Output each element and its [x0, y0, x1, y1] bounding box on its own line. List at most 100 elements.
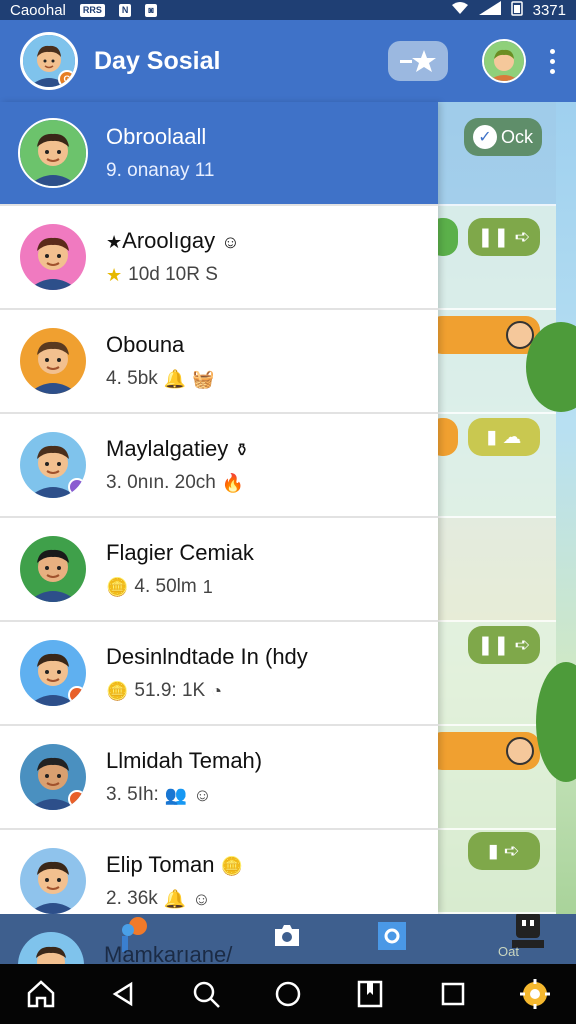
chat-meta: ★ 10d 10R S — [106, 264, 240, 286]
chat-name: ★Aroolıgay ☺ — [106, 228, 240, 254]
tab-chat[interactable] — [376, 920, 408, 957]
people-icon: 👥 — [164, 784, 188, 805]
clock-time: 3371 — [532, 1, 566, 19]
jar-icon: ⚱ — [234, 440, 250, 460]
home-icon[interactable] — [21, 974, 61, 1014]
smile-icon: ☺ — [193, 784, 212, 805]
peek-chat-name: Mamkarıane/ — [104, 942, 233, 964]
camera-icon — [275, 925, 299, 946]
avatar-badge — [68, 790, 86, 808]
chat-row[interactable]: ★Aroolıgay ☺ ★ 10d 10R S — [0, 206, 438, 310]
chat-name: Obroolaall — [106, 124, 214, 150]
more-dot — [549, 48, 555, 54]
profile-avatar[interactable]: G — [20, 32, 78, 90]
action-pill[interactable]: ▮ ☁ — [468, 418, 540, 456]
chat-meta: 3. 5Ih: 👥 ☺ — [106, 784, 262, 806]
search-icon[interactable] — [186, 974, 226, 1014]
flame-icon: 🔥 — [221, 472, 245, 493]
chat-meta: 🪙 51.9: 1K ◔ — [106, 680, 308, 702]
check-bubble-icon: ✓ — [472, 125, 497, 149]
chat-meta-text: 2. 36k — [106, 888, 158, 909]
chat-name-text: Aroolıgay — [122, 228, 216, 253]
chat-avatar — [18, 222, 88, 292]
smile-icon: ☺ — [192, 888, 211, 909]
wifi-icon — [451, 1, 469, 19]
action-pill-2[interactable]: ▮ ➪ — [468, 832, 540, 870]
chat-meta: 9. onanay 11 — [106, 160, 214, 182]
bookmark-icon[interactable] — [350, 974, 390, 1014]
chat-row[interactable]: Maylalgatiey ⚱ 3. 0nın. 20ch 🔥 — [0, 414, 438, 518]
chat-row[interactable]: Desinlndtade In (hdy 🪙 51.9: 1K ◔ — [0, 622, 438, 726]
orange-pill-2[interactable] — [438, 732, 540, 770]
rss-icon: RRS — [79, 3, 105, 17]
system-nav-bar — [0, 964, 576, 1024]
settings-gear-icon[interactable] — [515, 974, 555, 1014]
chat-avatar — [18, 430, 88, 500]
chat-name-text: Obouna — [106, 332, 185, 357]
chat-avatar — [18, 846, 88, 916]
clock-icon: ◔ — [211, 680, 223, 701]
chat-meta-text: 10d 10R S — [128, 264, 218, 285]
1-icon: 1 — [202, 576, 213, 597]
more-menu-button[interactable] — [542, 41, 562, 81]
carrier-label: Caoohal — [10, 1, 66, 19]
chat-meta: 4. 5bk 🔔 🧺 — [106, 368, 215, 390]
chat-name: Maylalgatiey ⚱ — [106, 436, 250, 462]
recents-icon[interactable] — [433, 974, 473, 1014]
green-tab — [438, 218, 458, 256]
ok-label: Ock — [500, 126, 533, 147]
character-face-icon — [506, 737, 534, 765]
coin-icon: 🪙 — [220, 856, 243, 876]
oat-label: Oat — [498, 944, 519, 959]
chat-name: Flagier Cemiak — [106, 540, 254, 566]
chat-name: Desinlndtade In (hdy — [106, 644, 308, 670]
more-dot — [549, 68, 555, 74]
signal-icon — [478, 1, 501, 19]
tab-camera[interactable] — [272, 920, 302, 955]
game-background: ✓ Ock ❚❚ ➪ ▮ ☁ ❚❚ ➪ ▮ ➪ — [438, 102, 576, 914]
avatar-badge — [68, 686, 86, 704]
chat-name-text: Desinlndtade In (hdy — [106, 644, 308, 669]
n-icon: N — [118, 3, 132, 17]
pin-star-button[interactable] — [388, 41, 448, 81]
chat-name: Obouna — [106, 332, 215, 358]
status-bar: Caoohal RRS N ◙ 3371 — [0, 0, 576, 20]
more-dot — [549, 58, 555, 64]
star-icon: ★ — [106, 232, 123, 252]
avatar-badge — [68, 478, 86, 496]
chat-meta: 2. 36k 🔔 ☺ — [106, 888, 243, 910]
chat-meta: 🪙 4. 50lm 1 — [106, 576, 254, 598]
circle-home-icon[interactable] — [268, 974, 308, 1014]
chat-avatar — [18, 638, 88, 708]
chat-name-text: Elip Toman — [106, 852, 215, 877]
orange-tab — [438, 418, 458, 456]
tab-profile[interactable]: Oat — [498, 914, 548, 964]
basket-icon: 🧺 — [192, 368, 215, 389]
chat-row[interactable]: Llmidah Temah) 3. 5Ih: 👥 ☺ — [0, 726, 438, 830]
orange-pill[interactable] — [438, 316, 540, 354]
ok-pill[interactable]: ✓ Ock — [464, 118, 542, 156]
pause-forward-pill[interactable]: ❚❚ ➪ — [468, 218, 540, 256]
coin-icon: 🪙 — [106, 680, 129, 701]
chat-name-text: Obroolaall — [106, 124, 207, 149]
app-title: Day Sosial — [94, 46, 221, 75]
chat-avatar — [18, 534, 88, 604]
game-panel — [438, 518, 556, 622]
chat-row[interactable]: Obroolaall 9. onanay 11 — [0, 102, 438, 206]
pause-forward-pill-2[interactable]: ❚❚ ➪ — [468, 626, 540, 664]
coin-icon: 🪙 — [106, 576, 129, 597]
chat-meta-text: 4. 50lm — [134, 576, 197, 597]
chat-name-text: Llmidah Temah) — [106, 748, 263, 773]
chat-avatar — [18, 118, 88, 188]
chat-meta-text: 4. 5bk — [106, 368, 158, 389]
back-icon[interactable] — [103, 974, 143, 1014]
chat-avatar — [18, 742, 88, 812]
chat-row[interactable]: Obouna 4. 5bk 🔔 🧺 — [0, 310, 438, 414]
battery-icon — [510, 0, 523, 20]
face-icon: ☺ — [221, 232, 240, 252]
chat-row[interactable]: Flagier Cemiak 🪙 4. 50lm 1 — [0, 518, 438, 622]
chat-meta-text: 51.9: 1K — [134, 680, 206, 701]
chat-name-text: Maylalgatiey — [106, 436, 229, 461]
bell-icon: 🔔 — [163, 368, 187, 389]
secondary-avatar[interactable] — [482, 39, 526, 83]
